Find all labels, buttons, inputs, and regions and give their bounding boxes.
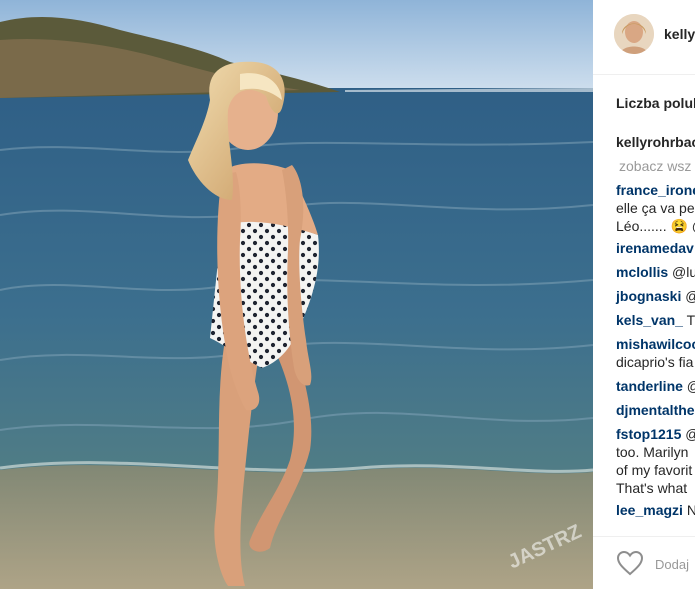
comment-item: fstop1215 @ too. Marilyn of my favorit T… (616, 425, 695, 497)
post-header: kelly (593, 0, 695, 75)
comment-text: of my favorit (616, 462, 693, 478)
comment-text: T (686, 312, 695, 328)
post-actions: Dodaj (593, 536, 695, 589)
comment-username[interactable]: kellyrohrbac (616, 134, 695, 150)
view-all-comments-link[interactable]: zobacz wsz (619, 157, 695, 175)
comment-text: Léo....... 😫 @ (616, 218, 695, 234)
comment-text: That's what (616, 480, 688, 496)
comment-text: elle ça va pe (616, 200, 695, 216)
comment-username[interactable]: fstop1215 (616, 426, 681, 442)
comment-text: N (686, 502, 695, 518)
comment-item: jbognaski @ (616, 287, 695, 305)
comment-username[interactable]: lee_magzi (616, 502, 683, 518)
heart-icon[interactable] (616, 550, 644, 576)
comment-item: lee_magzi N (616, 501, 695, 519)
comment-item: tanderline @ (616, 377, 695, 395)
post-username[interactable]: kelly (664, 26, 695, 42)
comment-username[interactable]: tanderline (616, 378, 683, 394)
add-comment-input[interactable]: Dodaj (655, 557, 689, 572)
comment-text: @lu (672, 264, 695, 280)
comment-text: too. Marilyn (616, 444, 689, 460)
comment-item: djmentalthe (616, 401, 695, 419)
comment-item: france_irone elle ça va pe Léo....... 😫 … (616, 181, 695, 235)
comment-username[interactable]: france_irone (616, 182, 695, 198)
comment-item: kels_van_ T (616, 311, 695, 329)
comment-item: mishawilcoc dicaprio's fia (616, 335, 695, 371)
comment-text: dicaprio's fia (616, 354, 694, 370)
comment-username[interactable]: mclollis (616, 264, 668, 280)
comment-username[interactable]: mishawilcoc (616, 336, 695, 352)
comment-username[interactable]: djmentalthe (616, 402, 695, 418)
comment-username[interactable]: irenamedav (616, 240, 694, 256)
beach-photo: JASTRZ (0, 0, 593, 589)
avatar-image (614, 14, 654, 54)
comment-item: irenamedav (616, 239, 695, 257)
comments-list: kellyrohrbac zobacz wsz france_irone ell… (616, 133, 695, 519)
comment-username[interactable]: jbognaski (616, 288, 681, 304)
avatar[interactable] (614, 14, 654, 54)
likes-count[interactable]: Liczba polul (616, 95, 695, 111)
post-sidebar: kelly Liczba polul kellyrohrbac zobacz w… (593, 0, 695, 589)
comment-text: @ (685, 288, 695, 304)
comment-text: @ (687, 378, 695, 394)
caption: kellyrohrbac (616, 133, 695, 151)
comment-item: mclollis @lu (616, 263, 695, 281)
comment-username[interactable]: kels_van_ (616, 312, 683, 328)
post-photo[interactable]: JASTRZ (0, 0, 593, 589)
comment-text: @ (685, 426, 695, 442)
